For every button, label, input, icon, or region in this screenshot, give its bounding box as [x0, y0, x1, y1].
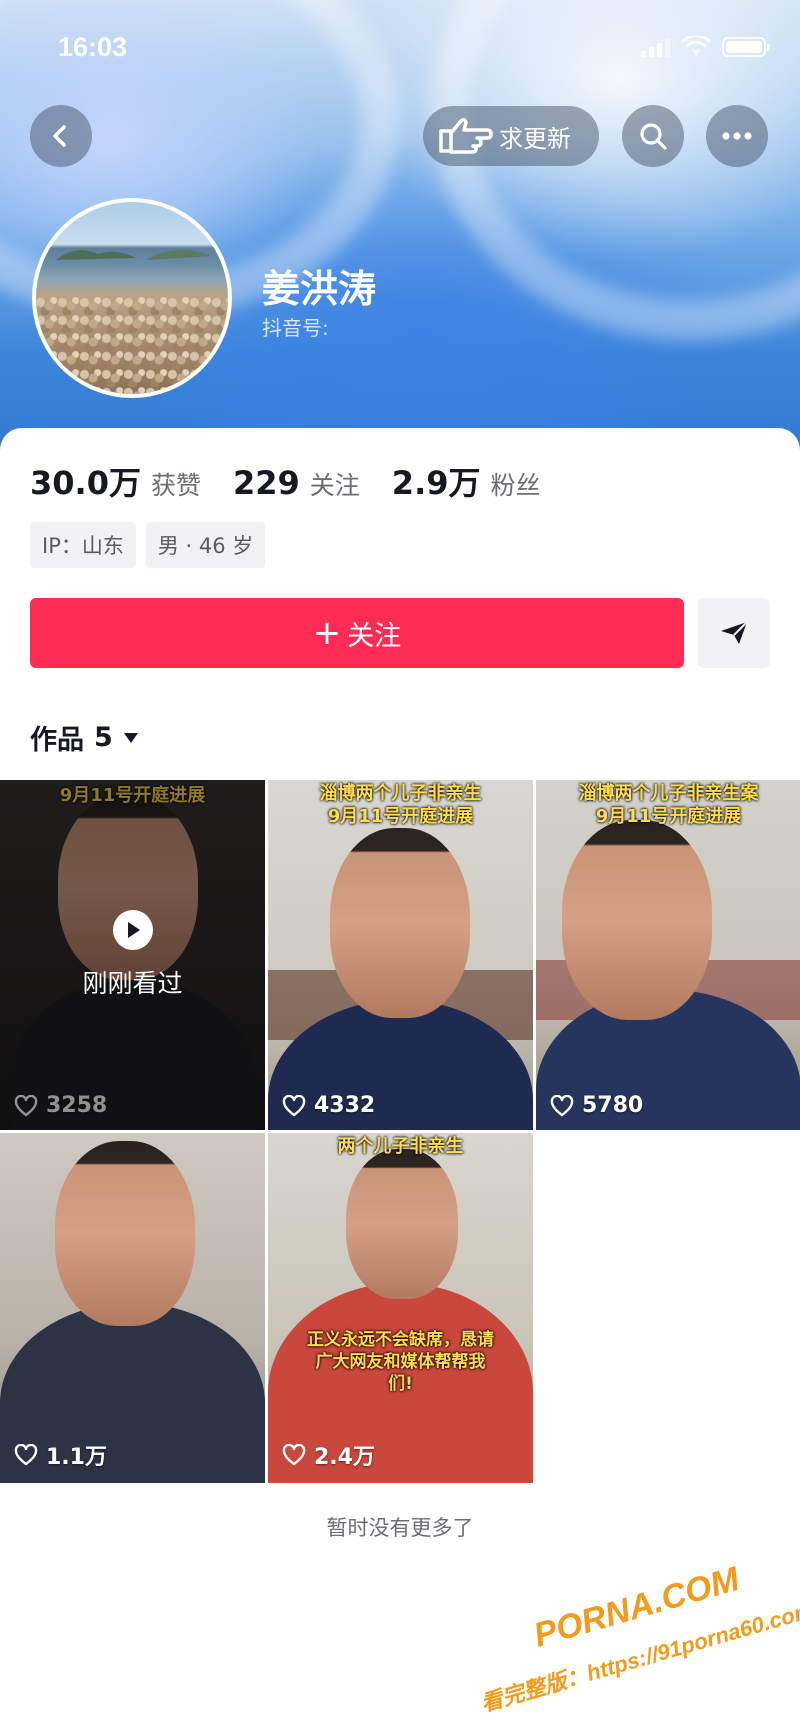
- profile-name: 姜洪涛: [262, 267, 377, 311]
- back-button[interactable]: [30, 105, 92, 167]
- status-time: 16:03: [58, 32, 128, 62]
- followers-stat[interactable]: 2.9万 粉丝: [392, 458, 541, 504]
- video-likes: 4332: [282, 1093, 375, 1118]
- more-button[interactable]: [706, 105, 768, 167]
- likes-count: 30.0万: [30, 464, 141, 502]
- wifi-icon: [682, 36, 710, 56]
- caret-down-icon: [123, 732, 138, 743]
- request-update-button[interactable]: 求更新: [423, 106, 599, 166]
- recently-watched-label: 刚刚看过: [82, 969, 183, 998]
- tab-works[interactable]: 作品 5: [30, 718, 139, 757]
- heart-icon: [282, 1094, 306, 1116]
- more-dots-icon: [722, 132, 752, 140]
- avatar-pebbles: [36, 297, 228, 394]
- request-update-label: 求更新: [499, 124, 571, 153]
- send-message-button[interactable]: [698, 598, 770, 668]
- video-caption-top: 两个儿子非亲生: [337, 1136, 464, 1157]
- heart-icon: [14, 1094, 38, 1116]
- battery-icon: [722, 37, 770, 57]
- profile-stats: 30.0万 获赞 229 关注 2.9万 粉丝: [30, 458, 573, 504]
- video-tile[interactable]: 淄博两个儿子非亲生 9月11号开庭进展 4332: [268, 780, 533, 1130]
- following-stat[interactable]: 229 关注: [233, 464, 360, 502]
- profile-header: 16:03 求更新 姜洪涛 抖音号:: [0, 0, 800, 470]
- heart-icon: [14, 1444, 38, 1466]
- chevron-left-icon: [53, 125, 66, 147]
- likes-stat[interactable]: 30.0万 获赞: [30, 458, 201, 504]
- works-count: 5: [94, 722, 113, 753]
- works-label: 作品: [30, 725, 84, 756]
- search-button[interactable]: [622, 105, 684, 167]
- video-likes-count: 3258: [46, 1093, 108, 1118]
- video-likes-count: 1.1万: [46, 1445, 107, 1470]
- profile-tags: IP：山东 男 · 46 岁: [30, 522, 266, 568]
- video-caption: 淄博两个儿子非亲生案 9月11号开庭进展: [578, 783, 759, 828]
- video-likes: 2.4万: [282, 1439, 375, 1471]
- video-tile[interactable]: 淄博两个儿子非亲生案 9月11号开庭进展 5780: [536, 780, 800, 1130]
- followers-label: 粉丝: [490, 471, 541, 500]
- video-caption: 正义永远不会缺席，恳请 广大网友和媒体帮帮我 们!: [307, 1330, 494, 1395]
- video-likes: 5780: [550, 1093, 643, 1118]
- avatar[interactable]: [32, 198, 232, 398]
- video-tile[interactable]: 1.1万: [0, 1133, 265, 1483]
- status-bar: 16:03: [0, 28, 800, 68]
- video-likes-count: 4332: [314, 1093, 376, 1118]
- follow-button[interactable]: + 关注: [30, 598, 684, 668]
- video-tile[interactable]: 两个儿子非亲生 正义永远不会缺席，恳请 广大网友和媒体帮帮我 们! 2.4万: [268, 1133, 533, 1483]
- search-icon: [640, 123, 667, 150]
- following-label: 关注: [309, 471, 360, 500]
- heart-icon: [282, 1444, 306, 1466]
- video-likes: 3258: [14, 1093, 107, 1118]
- ip-location-tag: IP：山东: [30, 522, 136, 568]
- gender-age-tag: 男 · 46 岁: [145, 522, 266, 568]
- video-tile[interactable]: 9月11号开庭进展 刚刚看过 3258: [0, 780, 265, 1130]
- video-caption: 淄博两个儿子非亲生 9月11号开庭进展: [319, 783, 482, 828]
- likes-label: 获赞: [150, 471, 201, 500]
- video-likes-count: 2.4万: [314, 1445, 375, 1470]
- recently-watched-marker: 刚刚看过: [0, 910, 265, 1000]
- follow-label: 关注: [347, 620, 402, 652]
- following-count: 229: [232, 464, 300, 502]
- plus-icon: +: [312, 613, 342, 653]
- send-icon: [721, 621, 748, 644]
- status-icons: [641, 36, 770, 58]
- pointing-hand-icon: [439, 117, 493, 154]
- douyin-id-label: 抖音号:: [262, 316, 329, 340]
- video-likes: 1.1万: [14, 1439, 107, 1471]
- cellular-signal-icon: [641, 37, 670, 57]
- play-icon: [112, 910, 153, 950]
- avatar-island: [56, 249, 211, 260]
- heart-icon: [550, 1094, 574, 1116]
- followers-count: 2.9万: [391, 464, 481, 502]
- video-likes-count: 5780: [582, 1093, 644, 1118]
